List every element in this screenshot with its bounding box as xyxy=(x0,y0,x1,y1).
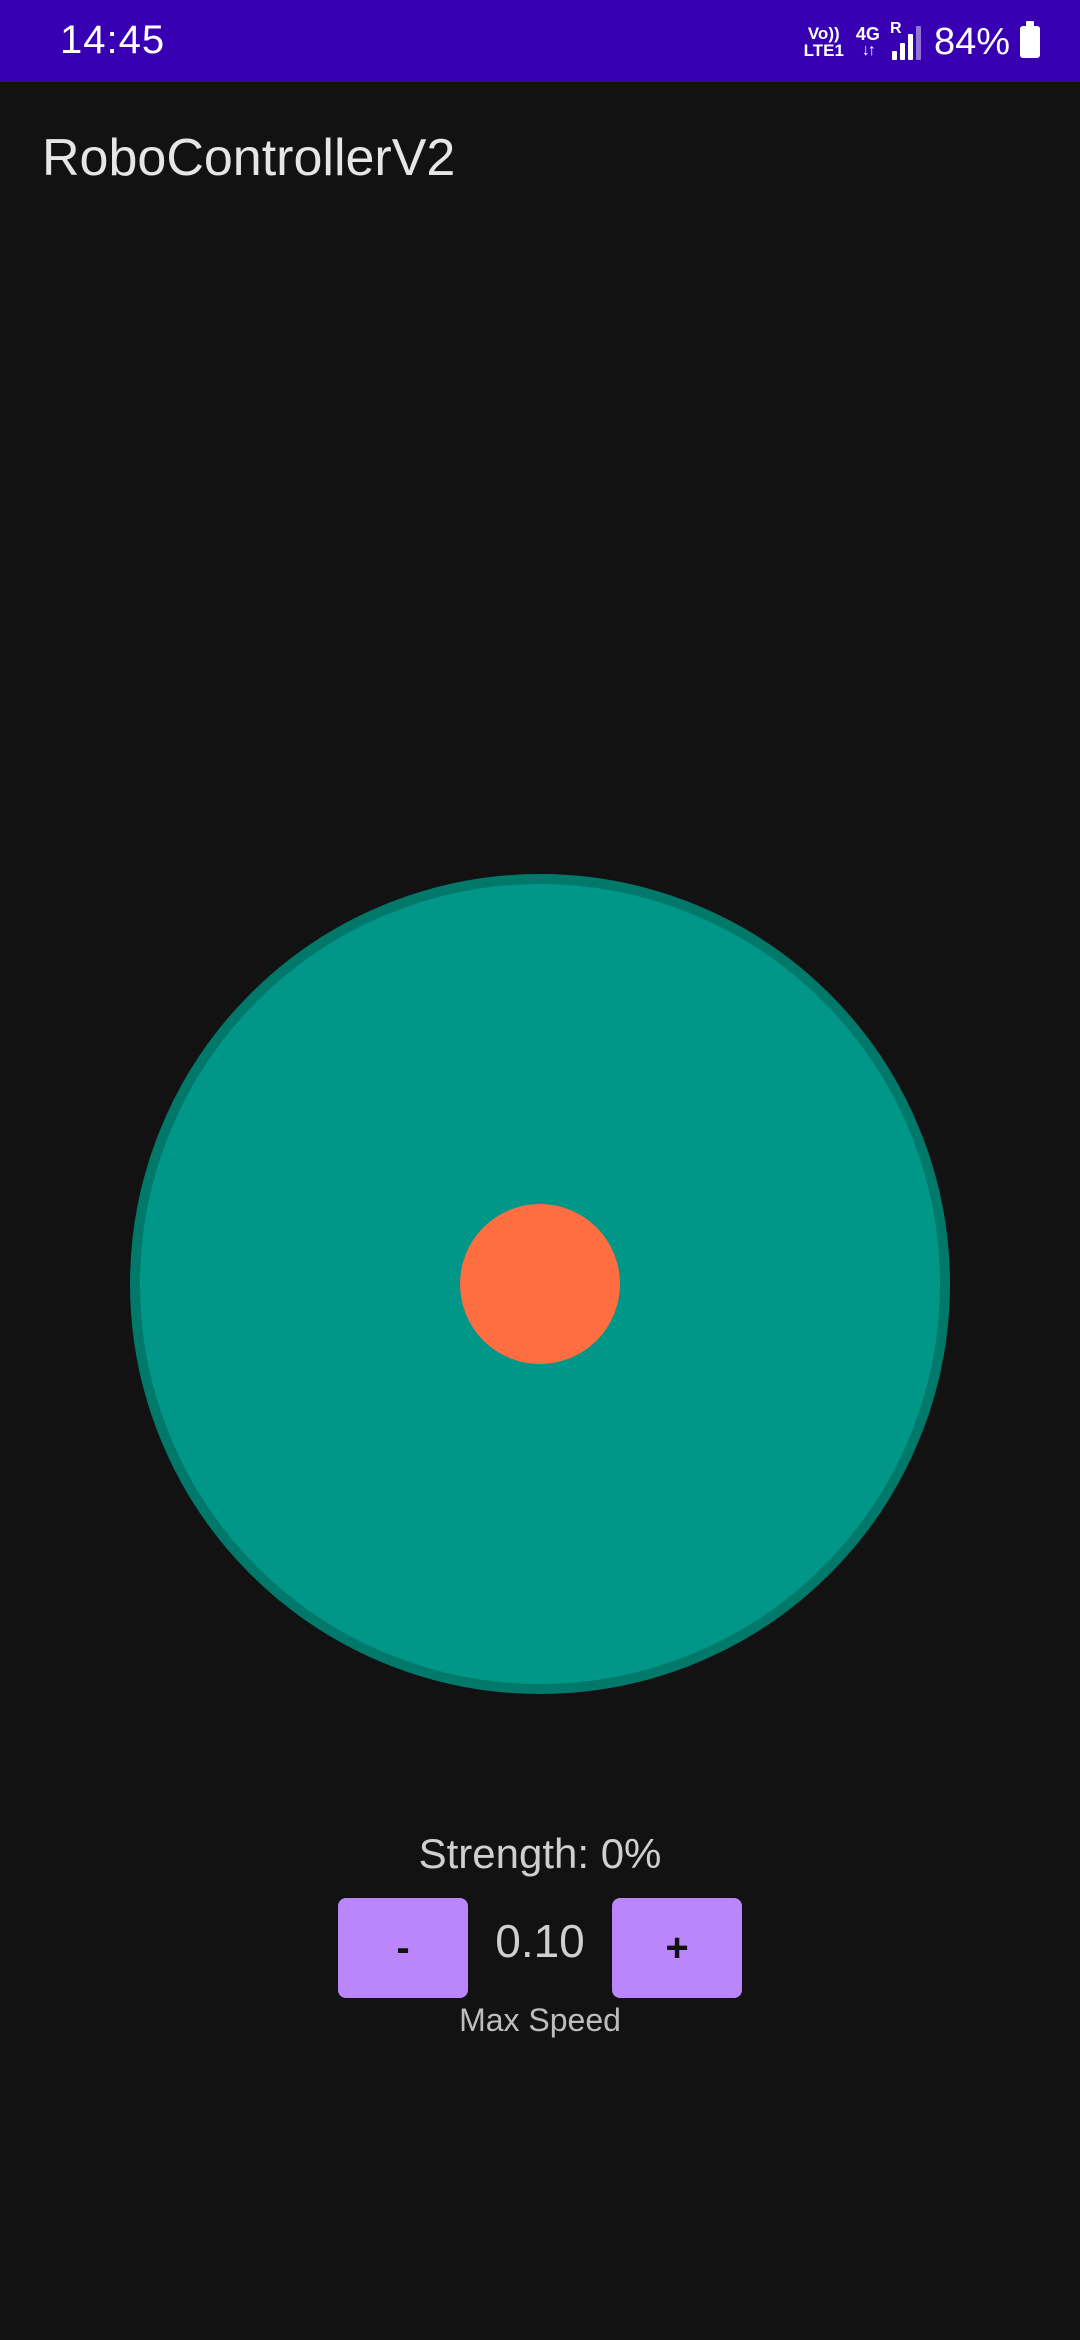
max-speed-label: Max Speed xyxy=(459,2002,621,2038)
signal-strength-icon: R xyxy=(890,20,921,60)
roaming-indicator: R xyxy=(889,20,902,37)
decrease-speed-button[interactable]: - xyxy=(338,1898,468,1998)
status-time: 14:45 xyxy=(60,18,166,62)
signal-bar xyxy=(891,51,897,60)
volte-bottom-label: LTE1 xyxy=(803,41,844,60)
volte-icon: Vo)) LTE1 xyxy=(804,25,844,59)
battery-percent: 84% xyxy=(933,20,1010,63)
increase-speed-button[interactable]: + xyxy=(612,1898,742,1998)
battery-empty-portion xyxy=(1020,26,1040,31)
signal-bar xyxy=(915,26,921,60)
signal-bar xyxy=(907,34,913,60)
app-title: RoboControllerV2 xyxy=(42,129,456,187)
max-speed-value: 0.10 xyxy=(495,1915,585,1967)
volte-top-label: Vo)) xyxy=(807,24,840,43)
signal-bar xyxy=(899,43,905,60)
data-activity-arrows: ↓↑ xyxy=(861,42,876,59)
network-type-icon: 4G ↓↑ xyxy=(856,25,880,59)
joystick-knob[interactable] xyxy=(460,1204,620,1364)
status-bar: 14:45 Vo)) LTE1 4G ↓↑ R 84% xyxy=(0,0,1080,82)
strength-readout: Strength: 0% xyxy=(418,1830,662,1877)
battery-icon xyxy=(1020,21,1040,58)
status-icons: Vo)) LTE1 4G ↓↑ R 84% xyxy=(804,14,1040,70)
network-type-label: 4G xyxy=(855,24,880,44)
